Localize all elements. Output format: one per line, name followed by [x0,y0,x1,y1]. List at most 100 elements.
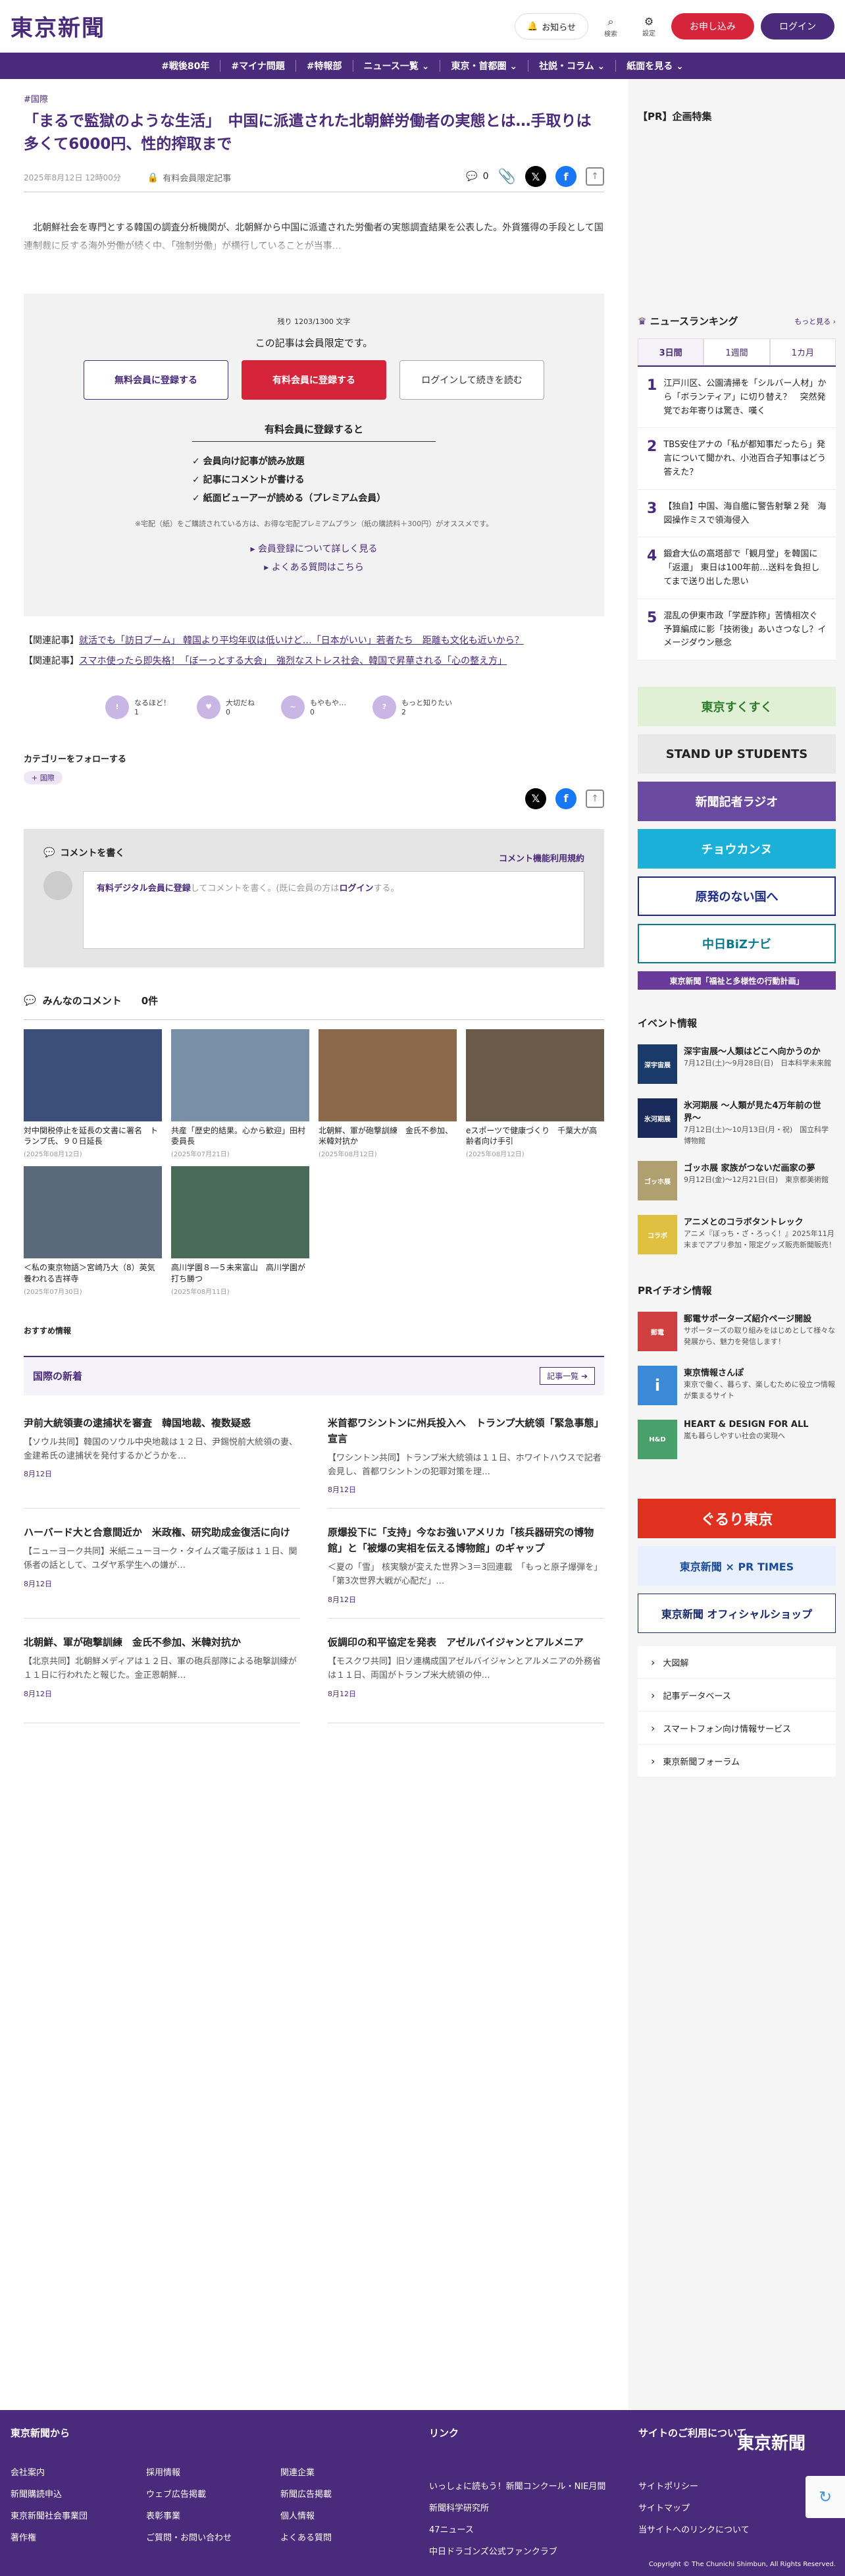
category-chip[interactable]: + 国際 [24,770,63,784]
banner-bizNavi[interactable]: 中日BiZナビ [638,924,836,964]
share-icon[interactable]: ↑ [586,167,604,186]
ranking-item[interactable]: 2 TBS安住アナの「私が都知事だったら」発言について聞かれ、小池百合子知事はどう… [638,428,836,490]
footer-link[interactable]: 東京新聞社会事業団 [11,2509,88,2521]
footer-link[interactable]: 新聞広告掲載 [280,2487,332,2500]
nav-item-tokyo[interactable]: 東京・首都圏 ⌄ [440,53,528,79]
related-link[interactable]: 就活でも「訪日ブーム」 韓国より平均年収は低いけど…「日本がいい」若者たち 距離… [79,635,524,646]
ranking-item[interactable]: 1 江戸川区、公園清掃を「シルバー人材」から「ボランティア」に切り替え？ 突然発覚… [638,367,836,429]
sidebar-link[interactable]: 記事データベース [638,1679,836,1711]
footer-link[interactable]: ウェブ広告掲載 [146,2487,232,2500]
news-item[interactable]: 尹前大統領妻の逮捕状を審査 韓国地裁、複数疑惑 【ソウル共同】韓国のソウル中央地… [24,1415,300,1509]
notifications-button[interactable]: 🔔 お知らせ [515,13,588,40]
banner-gururi[interactable]: ぐるり東京 [638,1499,836,1539]
ranking-item[interactable]: 5 混乱の伊東市政「学歴詐称」苦情相次ぐ 予算編成に影「技術後」あいさつなし？イメ… [638,599,836,661]
related-link[interactable]: スマホ使ったら即失格！「ぼーっとする大会」 強烈なストレス社会、韓国で昇華される… [79,656,507,666]
photo-card[interactable]: 北朝鮮、軍が砲撃訓練 金氏不参加、米韓対抗か (2025年08月12日) [319,1029,457,1158]
comment-rules-link[interactable]: コメント機能利用規約 [499,851,584,864]
banner-shop[interactable]: 東京新聞 オフィシャルショップ [638,1594,836,1634]
footer-link[interactable]: 表彰事業 [146,2509,232,2521]
apply-button[interactable]: お申し込み [671,13,754,40]
facebook-share-icon[interactable]: f [555,788,576,809]
banner-choukanne[interactable]: チョウカンヌ [638,829,836,869]
banner-diversity[interactable]: 東京新聞「福祉と多様性の行動計画」 [638,971,836,990]
tab-1week[interactable]: 1週間 [704,338,770,365]
comment-input[interactable]: 有料デジタル会員に登録してコメントを書く。(既に会員の方はログインする。 [83,871,584,949]
footer-link[interactable]: ご質問・お問い合わせ [146,2531,232,2543]
clip-icon[interactable]: 📎 [498,169,516,185]
footer-link[interactable]: 47ニュース [429,2523,605,2535]
footer-link[interactable]: よくある質問 [280,2531,332,2543]
ranking-item[interactable]: 4 鍛倉大仏の高塔部で「観月堂」を韓国に「返還」 東日は100年前…送料を負担して… [638,537,836,599]
footer-link[interactable]: 関連企業 [280,2465,332,2478]
comment-count-button[interactable]: 💬 0 [466,171,488,182]
nav-item-tokuhobu[interactable]: #特報部 [296,53,353,79]
reaction-naruhodo[interactable]: ! なるほど！ 1 [105,695,170,719]
photo-card[interactable]: 対中関税停止を延長の文書に署名 トランプ氏、９０日延長 (2025年08月12日… [24,1029,162,1158]
ranking-more-link[interactable]: もっと見る › [794,316,836,327]
intl-more-button[interactable]: 記事一覧 ➔ [540,1367,595,1385]
login-continue-button[interactable]: ログインして続きを読む [399,360,544,400]
pr-item[interactable]: 郵電 郵電サポーターズ紹介ページ開設 サポーターズの取り組みをはじめとして様々な発… [638,1312,845,1352]
category-tag[interactable]: #国際 [24,92,48,105]
registration-details-link[interactable]: ▸ 会員登録について詳しく見る [24,542,604,555]
event-item[interactable]: 深宇宙展 深宇宙展〜人類はどこへ向かうのか 7月12日(土)〜9月28日(日) 日… [638,1044,845,1085]
ranking-item[interactable]: 3 【独自】中国、海自艦に警告射撃２発 海図操作ミスで領海侵入 [638,490,836,538]
login-button[interactable]: ログイン [761,13,834,40]
event-item[interactable]: 氷河期展 氷河期展 〜人類が見た4万年前の世界〜 7月12日(土)〜10月13日(… [638,1098,845,1146]
news-item[interactable]: ハーバード大と合意間近か 米政権、研究助成金復活に向け 【ニューヨーク共同】米紙… [24,1524,300,1619]
nav-item-paper[interactable]: 紙面を見る ⌄ [616,53,694,79]
banner-genpatsu[interactable]: 原発のない国へ [638,876,836,917]
nav-item-sengo80[interactable]: #戦後80年 [151,53,220,79]
sidebar-link[interactable]: 大図解 [638,1646,836,1678]
reaction-moyamoya[interactable]: ~ もやもや… 0 [281,695,346,719]
paid-register-button[interactable]: 有料会員に登録する [242,360,386,400]
news-item[interactable]: 原爆投下に「支持」今なお強いアメリカ「核兵器研究の博物館」と「被爆の実相を伝える… [328,1524,604,1619]
footer-link[interactable]: いっしょに読もう！新聞コンクール・NIE月間 [429,2479,605,2492]
reaction-motto[interactable]: ? もっと知りたい 2 [372,695,452,719]
sidebar-link[interactable]: スマートフォン向け情報サービス [638,1712,836,1744]
banner-standup[interactable]: STAND UP STUDENTS [638,734,836,774]
tab-3days[interactable]: 3日間 [638,338,704,365]
news-item[interactable]: 仮調印の和平協定を発表 アゼルバイジャンとアルメニア 【モスクワ共同】旧ソ連構成… [328,1634,604,1723]
site-logo[interactable]: 東京新聞 [11,10,105,42]
footer-link[interactable]: 会社案内 [11,2465,88,2478]
event-item[interactable]: コラボ アニメとのコラボタントレック アニメ『ぼっち・ざ・ろっく！』2025年11… [638,1215,845,1255]
banner-prtimes[interactable]: 東京新聞 × PR TIMES [638,1546,836,1586]
recaptcha-icon[interactable]: ↻ [806,2476,845,2518]
settings-button[interactable]: ⚙ 設定 [633,12,665,41]
footer-link[interactable]: サイトマップ [638,2501,750,2513]
footer-link[interactable]: 著作権 [11,2531,88,2543]
footer-link[interactable]: 採用情報 [146,2465,232,2478]
footer-link[interactable]: 当サイトへのリンクについて [638,2523,750,2535]
register-digital-link[interactable]: 有料デジタル会員に登録 [97,884,191,894]
x-share-icon[interactable]: 𝕏 [525,166,546,187]
news-item[interactable]: 米首都ワシントンに州兵投入へ トランプ大統領「緊急事態」宣言 【ワシントン共同】… [328,1415,604,1509]
footer-link[interactable]: 中日ドラゴンズ公式ファンクラブ [429,2544,605,2557]
x-share-icon[interactable]: 𝕏 [525,788,546,809]
nav-item-news-list[interactable]: ニュース一覧 ⌄ [353,53,440,79]
comment-login-link[interactable]: ログイン [339,884,373,894]
photo-card[interactable]: eスポーツで健康づくり 千葉大が高齢者向け手引 (2025年08月12日) [466,1029,604,1158]
sidebar-link[interactable]: 東京新聞フォーラム [638,1745,836,1777]
free-register-button[interactable]: 無料会員に登録する [84,360,228,400]
footer-link[interactable]: 個人情報 [280,2509,332,2521]
banner-radio[interactable]: 新聞記者ラジオ [638,782,836,822]
footer-link[interactable]: サイトポリシー [638,2479,750,2492]
faq-link[interactable]: ▸ よくある質問はこちら [24,560,604,574]
news-item[interactable]: 北朝鮮、軍が砲撃訓練 金氏不参加、米韓対抗か 【北京共同】北朝鮮メディアは１２日… [24,1634,300,1723]
nav-item-myna[interactable]: #マイナ問題 [220,53,295,79]
facebook-share-icon[interactable]: f [555,166,576,187]
pr-item[interactable]: i 東京情報さんぽ 東京で働く、暮らす、楽しむために役立つ情報が集まるサイト [638,1366,845,1406]
banner-sukusuku[interactable]: 東京すくすく [638,687,836,727]
reaction-taisetsu[interactable]: ♥ 大切だね 0 [197,695,255,719]
footer-logo[interactable]: 東京新聞 [737,2430,806,2454]
search-button[interactable]: ⌕ 検索 [595,12,627,41]
photo-card[interactable]: 高川学園８―５未来富山 高川学園が打ち勝つ (2025年08月11日) [171,1166,309,1296]
event-item[interactable]: ゴッホ展 ゴッホ展 家族がつないだ画家の夢 9月12日(金)〜12月21日(日) … [638,1161,845,1201]
pr-item[interactable]: H&D HEART & DESIGN FOR ALL 嵐も暮らしやすい社会の実現へ [638,1420,845,1460]
footer-link[interactable]: 新聞購読申込 [11,2487,88,2500]
share-icon[interactable]: ↑ [586,789,604,808]
footer-link[interactable]: 新聞科学研究所 [429,2501,605,2513]
tab-1month[interactable]: 1カ月 [769,338,836,365]
photo-card[interactable]: ＜私の東京物語＞宮崎乃大（8）英気養われる吉祥寺 (2025年07月30日) [24,1166,162,1296]
